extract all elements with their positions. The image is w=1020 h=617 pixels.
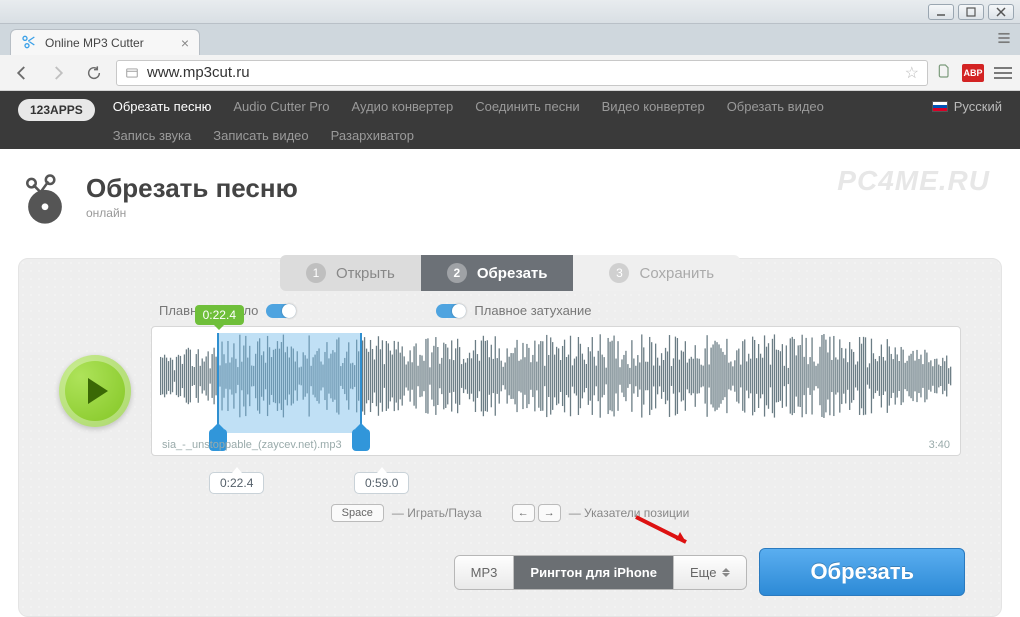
cut-button[interactable]: Обрезать — [759, 548, 965, 596]
nav-reload-button[interactable] — [80, 59, 108, 87]
step-cut[interactable]: 2Обрезать — [421, 255, 574, 291]
red-arrow-annotation-icon — [631, 512, 701, 555]
nav-link-video-converter[interactable]: Видео конвертер — [602, 99, 705, 114]
format-iphone-ringtone-button[interactable]: Рингтон для iPhone — [514, 556, 674, 589]
playhead-time-flag: 0:22.4 — [195, 305, 244, 325]
site-navigation-bar: 123APPS Обрезать песню Audio Cutter Pro … — [0, 91, 1020, 149]
adblock-plus-icon[interactable]: ABP — [962, 64, 984, 82]
fade-out-toggle[interactable] — [436, 304, 466, 318]
browser-tab-active[interactable]: Online MP3 Cutter × — [10, 29, 200, 55]
page-title: Обрезать песню — [86, 173, 298, 204]
tab-title: Online MP3 Cutter — [45, 36, 173, 50]
nav-link-unarchiver[interactable]: Разархиватор — [331, 128, 414, 143]
selection-end-time[interactable]: 0:59.0 — [354, 472, 409, 494]
updown-stepper-icon — [722, 568, 730, 577]
selection-start-time[interactable]: 0:22.4 — [209, 472, 264, 494]
page-subtitle: онлайн — [86, 206, 298, 220]
fade-in-toggle[interactable] — [266, 304, 296, 318]
selection-start-handle[interactable]: 0:22.4 — [217, 333, 219, 433]
language-selector[interactable]: Русский — [932, 99, 1002, 114]
nav-link-join-songs[interactable]: Соединить песни — [475, 99, 579, 114]
window-close-button[interactable] — [988, 4, 1014, 20]
evernote-clip-icon[interactable] — [936, 63, 952, 82]
bookmark-star-icon[interactable]: ☆ — [905, 63, 919, 83]
vinyl-scissors-icon — [18, 173, 72, 230]
selection-end-handle[interactable] — [360, 333, 362, 433]
nav-forward-button[interactable] — [44, 59, 72, 87]
nav-link-record-video[interactable]: Записать видео — [213, 128, 308, 143]
step-save[interactable]: 3Сохранить — [573, 255, 740, 291]
scissors-icon — [21, 33, 37, 52]
step-open[interactable]: 1Открыть — [280, 255, 421, 291]
brand-logo-pill[interactable]: 123APPS — [18, 99, 95, 121]
waveform-container[interactable]: 0:22.4 sia_-_unstoppable_(zaycev.net).mp… — [151, 326, 961, 456]
arrow-right-key-icon: → — [538, 504, 561, 522]
track-filename: sia_-_unstoppable_(zaycev.net).mp3 — [162, 439, 342, 451]
tab-close-icon[interactable]: × — [181, 36, 189, 50]
window-minimize-button[interactable] — [928, 4, 954, 20]
os-window-titlebar — [0, 0, 1020, 24]
tabstrip-menu-icon[interactable] — [994, 28, 1014, 48]
keyboard-hints: Space — Играть/Пауза ← → — Указатели поз… — [19, 504, 1001, 522]
nav-back-button[interactable] — [8, 59, 36, 87]
nav-link-cut-video[interactable]: Обрезать видео — [727, 99, 824, 114]
arrow-left-key-icon: ← — [512, 504, 535, 522]
browser-menu-icon[interactable] — [994, 67, 1012, 79]
step-wizard: 1Открыть 2Обрезать 3Сохранить — [19, 255, 1001, 291]
window-maximize-button[interactable] — [958, 4, 984, 20]
watermark-text: PC4ME.RU — [837, 165, 990, 197]
selection-range[interactable]: 0:22.4 — [217, 333, 362, 433]
nav-link-cut-song[interactable]: Обрезать песню — [113, 99, 212, 114]
nav-link-audio-cutter-pro[interactable]: Audio Cutter Pro — [233, 99, 329, 114]
browser-tab-strip: Online MP3 Cutter × — [0, 24, 1020, 55]
nav-link-audio-converter[interactable]: Аудио конвертер — [352, 99, 454, 114]
url-input[interactable] — [147, 64, 897, 81]
play-button[interactable] — [59, 355, 131, 427]
fade-out-label: Плавное затухание — [474, 303, 591, 318]
page-info-icon[interactable] — [125, 66, 139, 80]
nav-link-record-audio[interactable]: Запись звука — [113, 128, 192, 143]
language-label: Русский — [954, 99, 1002, 114]
format-segmented-control: MP3 Рингтон для iPhone Еще — [454, 555, 748, 590]
cutter-panel: 1Открыть 2Обрезать 3Сохранить Плавное на… — [18, 258, 1002, 617]
space-key-icon: Space — [331, 504, 384, 522]
space-hint-label: — Играть/Пауза — [392, 506, 482, 520]
flag-ru-icon — [932, 101, 948, 112]
format-more-button[interactable]: Еще — [674, 556, 746, 589]
nav-links: Обрезать песню Audio Cutter Pro Аудио ко… — [113, 99, 914, 143]
track-duration: 3:40 — [929, 439, 950, 451]
address-bar[interactable]: ☆ — [116, 60, 928, 86]
format-mp3-button[interactable]: MP3 — [455, 556, 515, 589]
browser-toolbar: ☆ ABP — [0, 55, 1020, 91]
